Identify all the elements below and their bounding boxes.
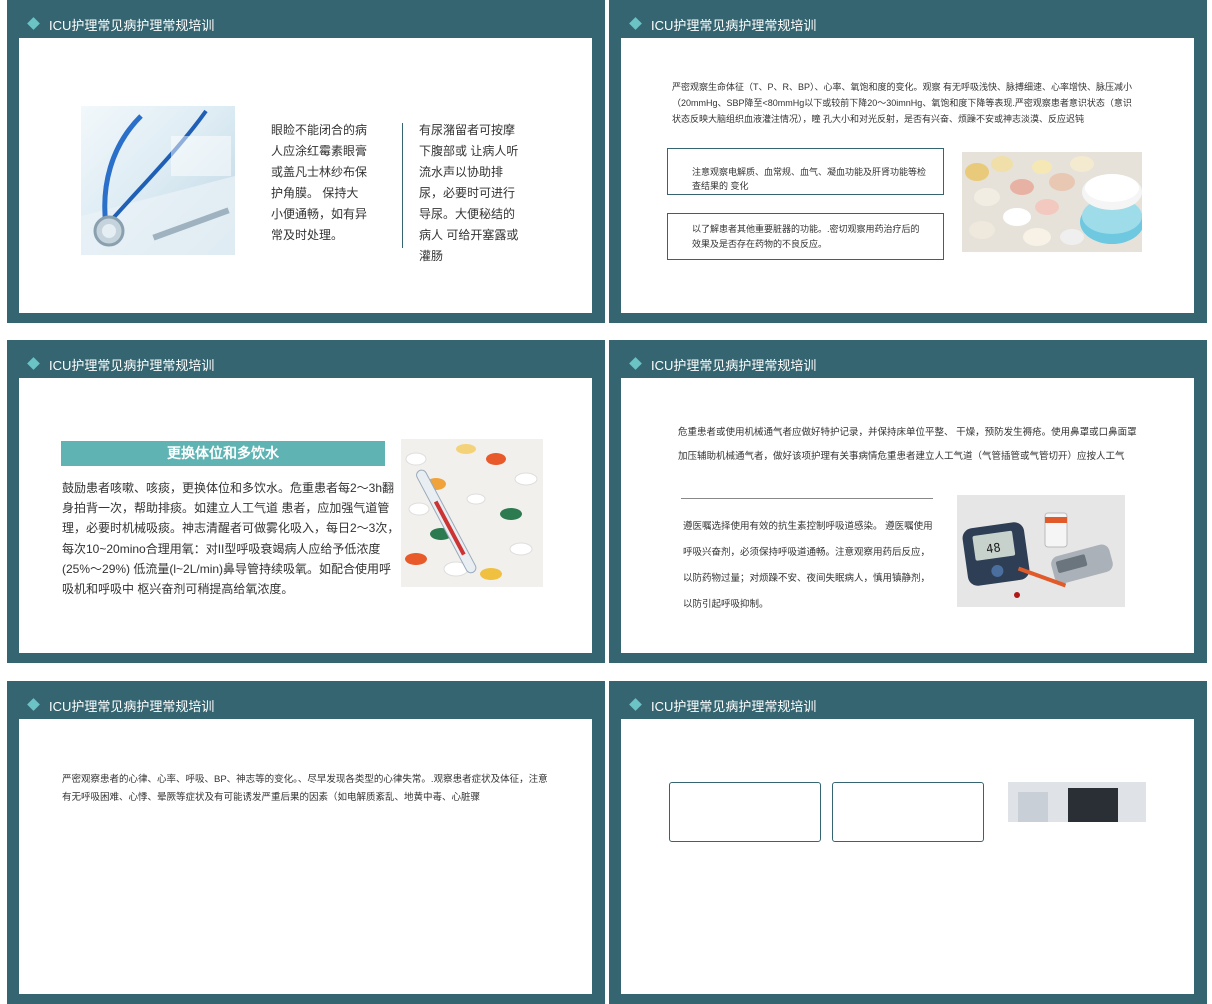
slide-content: 严密观察患者的心律、心率、呼吸、BP、神志等的变化。、尽早发现各类型的心律失常。… — [19, 719, 592, 994]
body-paragraph-1: 危重患者或使用机械通气者应做好特护记录，并保持床单位平整、 干燥，预防发生褥疮。… — [678, 427, 1137, 462]
slide-content: 更换体位和多饮水 鼓励患者咳嗽、咳痰，更换体位和多饮水。危重患者每2～3h翻身拍… — [19, 378, 592, 653]
body-paragraph: 鼓励患者咳嗽、咳痰，更换体位和多饮水。危重患者每2～3h翻身拍背一次，帮助排痰。… — [62, 481, 400, 597]
slide-1[interactable]: ICU护理常见病护理常规培训 眼睑不能闭合的病人应涂红霉素眼膏或盖凡士林纱布保护… — [7, 0, 605, 323]
diamond-icon — [27, 698, 40, 711]
meter-reading: 48 — [985, 540, 1001, 556]
divider-line — [681, 498, 933, 499]
body-paragraph-2: 遵医嘱选择使用有效的抗生素控制呼吸道感染。 遵医嘱使用呼吸兴奋剂，必须保持呼吸道… — [683, 521, 933, 610]
slide-header: ICU护理常见病护理常规培训 — [609, 681, 1207, 719]
section-heading-bar: 更换体位和多饮水 — [61, 441, 385, 466]
slide-content: 眼睑不能闭合的病人应涂红霉素眼膏或盖凡士林纱布保护角膜。 保持大小便通畅，如有异… — [19, 38, 592, 313]
slide-title: ICU护理常见病护理常规培训 — [49, 18, 215, 33]
text-box-1-content: 注意观察电解质、血常规、血气、凝血功能及肝肾功能等检查结果的 变化 — [692, 167, 927, 191]
slide-title: ICU护理常见病护理常规培训 — [651, 699, 817, 714]
section-heading: 更换体位和多饮水 — [167, 445, 279, 461]
column-divider — [402, 123, 403, 248]
slide-5[interactable]: ICU护理常见病护理常规培训 严密观察患者的心律、心率、呼吸、BP、神志等的变化… — [7, 681, 605, 1004]
slide-title: ICU护理常见病护理常规培训 — [49, 699, 215, 714]
text-box-2: 以了解患者其他重要脏器的功能。.密切观察用药治疗后的效果及是否存在药物的不良反应… — [667, 213, 944, 260]
pills-image — [962, 152, 1142, 252]
slide-4[interactable]: ICU护理常见病护理常规培训 危重患者或使用机械通气者应做好特护记录，并保持床单… — [609, 340, 1207, 663]
slide-title: ICU护理常见病护理常规培训 — [49, 358, 215, 373]
slide-header: ICU护理常见病护理常规培训 — [609, 0, 1207, 38]
slide-header: ICU护理常见病护理常规培训 — [7, 0, 605, 38]
diamond-icon — [629, 357, 642, 370]
ward-photo-icon — [1008, 782, 1146, 822]
body-paragraph: 严密观察患者的心律、心率、呼吸、BP、神志等的变化。、尽早发现各类型的心律失常。… — [62, 774, 548, 803]
text-box-1: 注意观察电解质、血常规、血气、凝血功能及肝肾功能等检查结果的 变化 — [667, 148, 944, 195]
slide-header: ICU护理常见病护理常规培训 — [7, 681, 605, 719]
text-box-1 — [669, 782, 821, 842]
text-box-2 — [832, 782, 984, 842]
stethoscope-image — [81, 106, 235, 255]
slide-2[interactable]: ICU护理常见病护理常规培训 严密观察生命体征（T、P、R、BP）、心率、氧饱和… — [609, 0, 1207, 323]
medicine-image — [401, 439, 543, 587]
slide-content: 危重患者或使用机械通气者应做好特护记录，并保持床单位平整、 干燥，预防发生褥疮。… — [621, 378, 1194, 653]
slide-content: 严密观察生命体征（T、P、R、BP）、心率、氧饱和度的变化。观察 有无呼吸浅快、… — [621, 38, 1194, 313]
text-column-right: 有尿潴留者可按摩下腹部或 让病人听流水声以协助排尿，必要时可进行导尿。大便秘结的… — [419, 123, 519, 263]
diamond-icon — [629, 17, 642, 30]
thermometer-pills-icon — [401, 439, 543, 587]
slide-content — [621, 719, 1194, 994]
glucose-meter-image: 48 — [957, 495, 1125, 607]
diamond-icon — [27, 357, 40, 370]
text-box-2-content: 以了解患者其他重要脏器的功能。.密切观察用药治疗后的效果及是否存在药物的不良反应… — [692, 224, 920, 249]
slide-title: ICU护理常见病护理常规培训 — [651, 18, 817, 33]
slide-6[interactable]: ICU护理常见病护理常规培训 — [609, 681, 1207, 1004]
stethoscope-icon — [81, 106, 235, 255]
text-column-left: 眼睑不能闭合的病人应涂红霉素眼膏或盖凡士林纱布保护角膜。 保持大小便通畅，如有异… — [271, 123, 368, 242]
vital-signs-paragraph: 严密观察生命体征（T、P、R、BP）、心率、氧饱和度的变化。观察 有无呼吸浅快、… — [672, 82, 1133, 124]
diamond-icon — [27, 17, 40, 30]
pills-icon — [962, 152, 1142, 252]
slide-3[interactable]: ICU护理常见病护理常规培训 更换体位和多饮水 鼓励患者咳嗽、咳痰，更换体位和多… — [7, 340, 605, 663]
slide-title: ICU护理常见病护理常规培训 — [651, 358, 817, 373]
diamond-icon — [629, 698, 642, 711]
slide-header: ICU护理常见病护理常规培训 — [609, 340, 1207, 378]
medical-image — [1008, 782, 1146, 822]
glucose-meter-icon: 48 — [957, 495, 1125, 607]
slide-header: ICU护理常见病护理常规培训 — [7, 340, 605, 378]
